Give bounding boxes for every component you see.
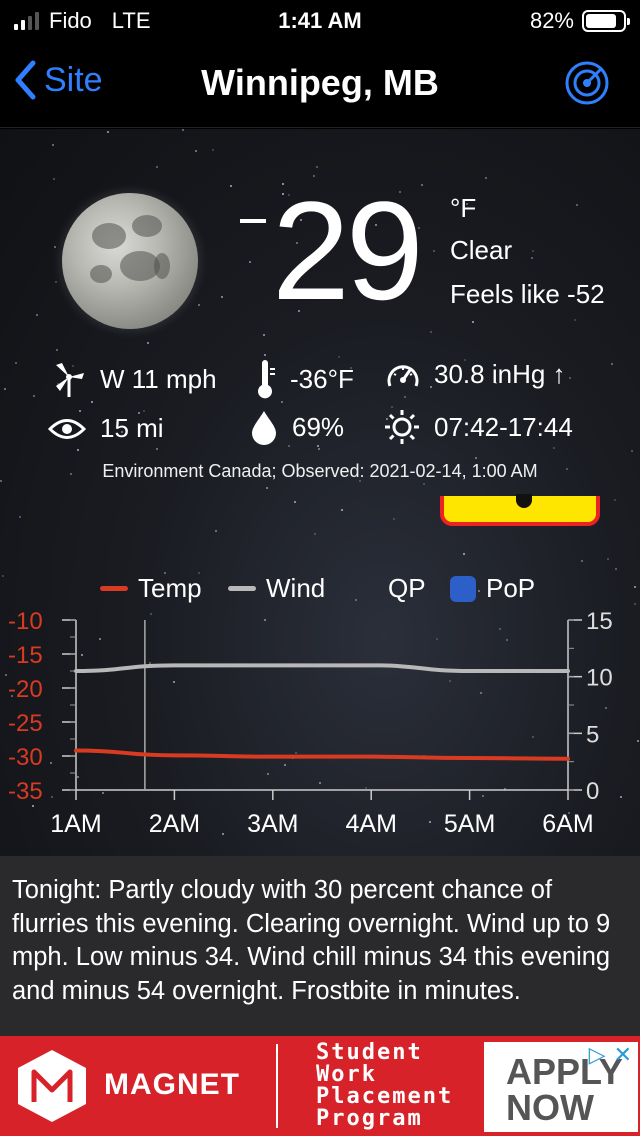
ad-choices[interactable]: ▷ ✕: [589, 1042, 632, 1068]
right-tick-label: 15: [586, 608, 613, 635]
wind-swatch: [228, 586, 256, 591]
ad-program-line: Student: [316, 1040, 423, 1065]
sun-stat: 07:42-17:44: [384, 409, 573, 445]
close-ad-icon[interactable]: ✕: [614, 1042, 632, 1068]
x-tick-label: 4AM: [345, 810, 396, 838]
gauge-icon: [387, 364, 419, 387]
observation-source: Environment Canada; Observed: 2021-02-14…: [102, 461, 538, 481]
legend-wind-label: Wind: [266, 573, 326, 603]
current-conditions-panel: 29 °F Clear Feels like -52 W 11 mph -36°…: [0, 129, 640, 856]
left-tick-label: -25: [8, 710, 43, 737]
series-line-wind: [74, 663, 570, 673]
battery-group: 82%: [529, 8, 630, 34]
ad-divider: [276, 1044, 278, 1128]
visibility-stat: 15 mi: [48, 413, 164, 444]
right-tick-label: 5: [586, 721, 599, 748]
left-tick-label: -10: [8, 608, 43, 635]
humidity-value: 69%: [292, 411, 345, 442]
legend-temp: Temp: [100, 573, 202, 604]
alert-indicator-icon: [516, 494, 532, 508]
ad-program-text: Student Work Placement Program: [316, 1042, 453, 1130]
forecast-text: Tonight: Partly cloudy with 30 percent c…: [12, 876, 611, 1005]
forecast-text-panel: Tonight: Partly cloudy with 30 percent c…: [0, 856, 640, 1036]
legend-pop: PoP: [450, 573, 535, 604]
x-tick-label: 5AM: [444, 810, 495, 838]
x-tick-label: 6AM: [542, 810, 593, 838]
left-tick-label: -20: [8, 676, 43, 703]
moon-icon: [62, 193, 198, 329]
wind-turbine-icon: [56, 363, 84, 397]
page-title: Winnipeg, MB: [201, 62, 439, 103]
battery-percent: 82%: [529, 8, 574, 33]
water-drop-icon: [252, 411, 276, 445]
weather-alert-tab[interactable]: [440, 494, 600, 526]
legend-qp: QP: [388, 573, 426, 604]
temperature-unit[interactable]: °F: [450, 193, 476, 224]
navigation-bar: Site Winnipeg, MB: [0, 40, 640, 128]
x-tick-label: 3AM: [247, 810, 298, 838]
radar-icon[interactable]: [564, 60, 610, 106]
ad-program-line: Placement: [316, 1084, 454, 1109]
right-tick-label: 10: [586, 665, 613, 692]
humidity-stat: 69%: [250, 409, 344, 445]
current-temperature: 29: [272, 172, 424, 329]
temp-swatch: [100, 586, 128, 591]
ad-brand: MAGNET: [104, 1068, 240, 1101]
status-bar: Fido LTE 1:41 AM 82%: [0, 0, 640, 40]
condition-text: Clear: [450, 235, 513, 265]
pressure-value: 30.8 inHg ↑: [434, 359, 566, 389]
dew-point-stat: -36°F: [254, 359, 354, 399]
right-tick-label: 0: [586, 778, 599, 805]
wind-stat: W 11 mph: [52, 359, 217, 399]
left-tick-label: -30: [8, 744, 43, 771]
pop-swatch: [450, 575, 476, 602]
hourly-chart[interactable]: -10 -15 -20 -25 -30 -35 15 10 5 0 1AM 2AM 3AM 4AM 5AM 6…: [0, 604, 640, 856]
visibility-value: 15 mi: [100, 413, 164, 443]
series-line-temp: [74, 748, 570, 761]
x-tick-label: 1AM: [50, 810, 101, 838]
advertisement-banner[interactable]: MAGNET Student Work Placement Program AP…: [0, 1036, 640, 1136]
negative-sign: [240, 219, 266, 223]
thermometer-icon: [258, 360, 275, 399]
left-tick-label: -35: [8, 778, 43, 805]
dew-point-value: -36°F: [290, 363, 354, 394]
sun-icon: [385, 410, 419, 444]
ad-program-line: Work: [316, 1062, 377, 1087]
battery-icon: [582, 10, 630, 32]
pressure-stat: 30.8 inHg ↑: [386, 359, 566, 390]
legend-pop-label: PoP: [486, 573, 536, 603]
magnet-logo-icon: [18, 1050, 86, 1122]
adchoices-icon[interactable]: ▷: [589, 1042, 606, 1068]
x-tick-label: 2AM: [149, 810, 200, 838]
sun-times-value: 07:42-17:44: [434, 411, 573, 442]
ad-program-line: Program: [316, 1106, 423, 1131]
feels-like-text: Feels like -52: [450, 279, 605, 309]
legend-wind: Wind: [228, 573, 325, 604]
apply-line: NOW: [506, 1087, 594, 1128]
legend-qp-label: QP: [388, 573, 426, 603]
legend-temp-label: Temp: [138, 573, 202, 603]
wind-value: W 11 mph: [100, 363, 217, 394]
left-tick-label: -15: [8, 642, 43, 669]
eye-icon: [48, 418, 86, 439]
